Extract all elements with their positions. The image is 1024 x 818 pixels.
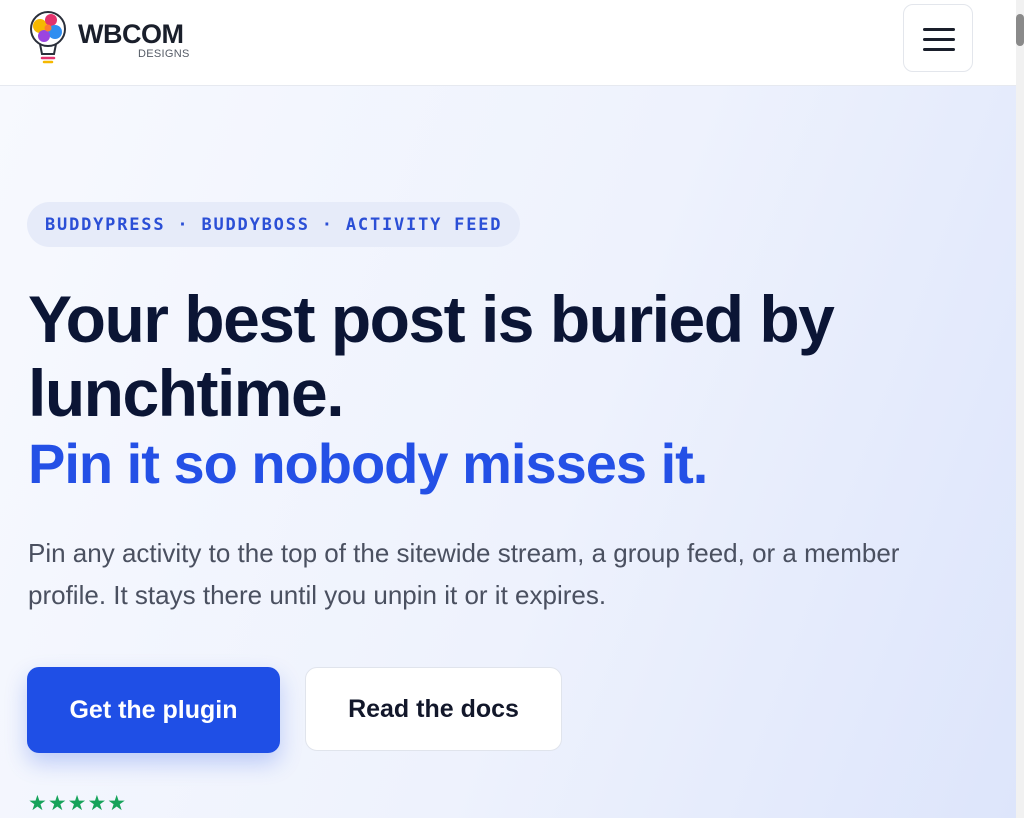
- tagline-pill: BUDDYPRESS · BUDDYBOSS · ACTIVITY FEED: [27, 202, 521, 247]
- hero-headline: Your best post is buried by lunchtime.: [28, 282, 835, 430]
- get-the-plugin-button[interactable]: Get the plugin: [27, 667, 280, 753]
- star-rating: ★★★★★: [28, 791, 128, 815]
- hamburger-menu-icon-bar: [923, 48, 955, 51]
- logo-subtitle: DESIGNS: [138, 48, 190, 60]
- hamburger-menu-icon-bar: [923, 38, 955, 41]
- logo[interactable]: WBCOM DESIGNS: [26, 8, 201, 70]
- hamburger-menu-icon: [923, 28, 955, 31]
- logo-title: WBCOM: [78, 19, 184, 49]
- read-the-docs-button[interactable]: Read the docs: [305, 667, 562, 751]
- hero-subheadline: Pin it so nobody misses it.: [28, 432, 708, 495]
- page-scrollbar[interactable]: [1016, 0, 1024, 818]
- site-header: WBCOM DESIGNS: [0, 0, 1016, 86]
- page: WBCOM DESIGNS BUDDYPRESS · BUDDYBOSS · A…: [0, 0, 1024, 818]
- scrollbar-thumb[interactable]: [1016, 14, 1024, 46]
- menu-button[interactable]: [903, 4, 973, 72]
- hero-description: Pin any activity to the top of the sitew…: [28, 538, 900, 610]
- hero-section: BUDDYPRESS · BUDDYBOSS · ACTIVITY FEED Y…: [0, 86, 1016, 818]
- lightbulb-logo-icon: [30, 11, 66, 64]
